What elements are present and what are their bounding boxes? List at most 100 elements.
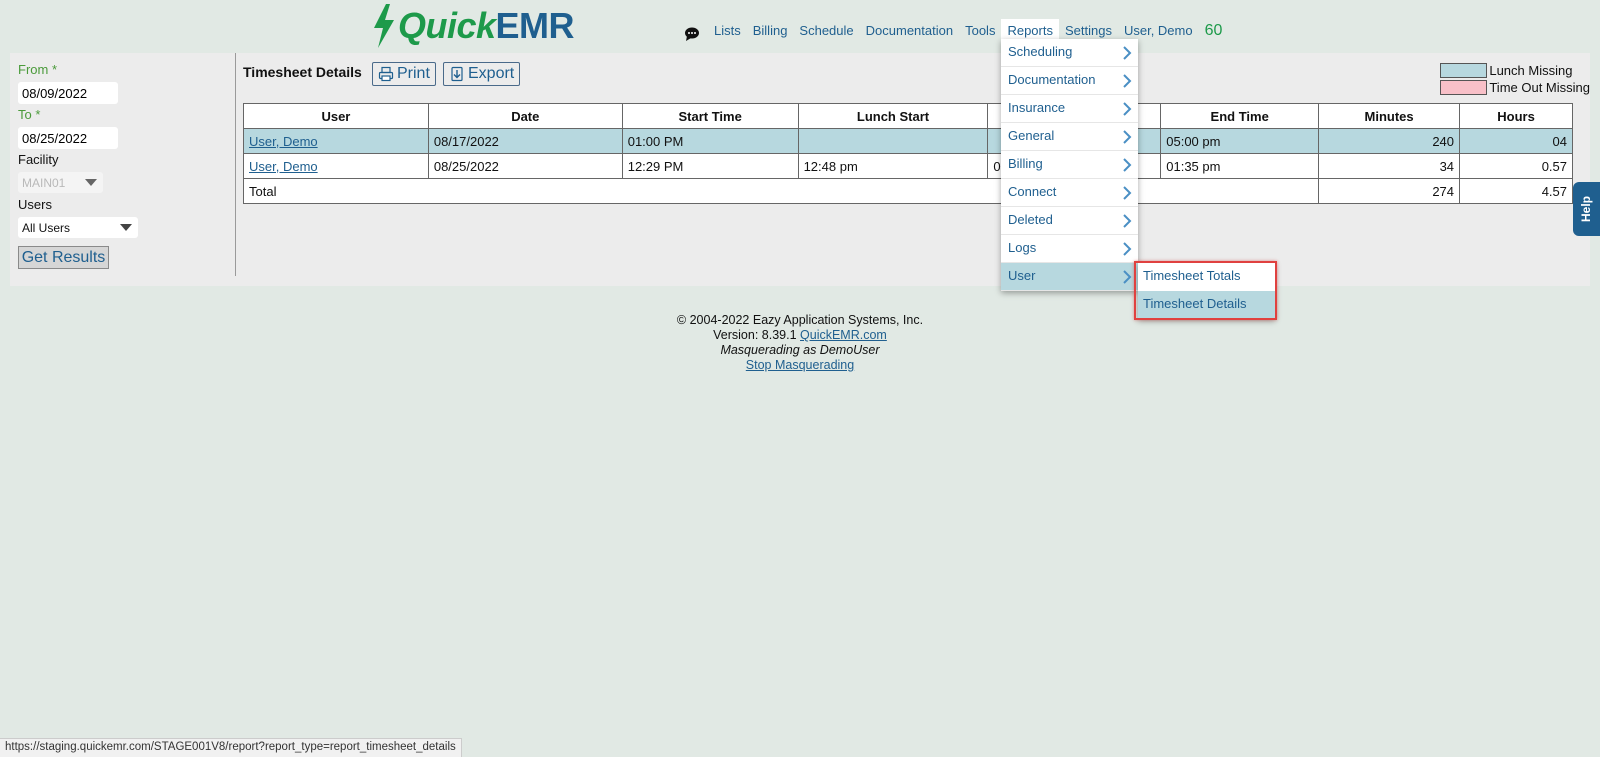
quickemr-logo[interactable]: Quick EMR: [370, 4, 575, 48]
legend-time-out-missing: Time Out Missing: [1440, 79, 1590, 96]
legend-swatch-lunch-missing: [1440, 63, 1488, 78]
table-cell: 08/17/2022: [427, 128, 623, 154]
table-header-row: User Date Start Time Lunch Start End Tim…: [243, 103, 1573, 129]
users-label: Users: [18, 197, 52, 212]
menu-item-billing[interactable]: Billing: [1001, 151, 1138, 179]
facility-label: Facility: [18, 152, 59, 167]
to-date-input[interactable]: [18, 127, 118, 149]
table-cell: 05:00 pm: [1160, 128, 1320, 154]
chevron-right-icon: [1123, 74, 1132, 88]
table-cell: 01:00 PM: [621, 128, 799, 154]
get-results-button[interactable]: Get Results: [18, 246, 109, 269]
legend: Lunch Missing Time Out Missing: [1440, 62, 1590, 96]
user-reports-submenu: Timesheet Totals Timesheet Details: [1138, 263, 1275, 319]
copyright-text: © 2004-2022 Eazy Application Systems, In…: [676, 313, 924, 327]
menu-item-label: Documentation: [1008, 72, 1096, 87]
table-cell: 12:29 PM: [621, 153, 799, 179]
menu-item-general[interactable]: General: [1001, 123, 1138, 151]
total-label: Total: [242, 178, 1320, 204]
chevron-right-icon: [1123, 102, 1132, 116]
lightning-bolt-icon: [374, 4, 394, 48]
from-date-label: From *: [18, 62, 57, 77]
menu-item-logs[interactable]: Logs: [1001, 235, 1138, 263]
table-cell: 240: [1318, 128, 1461, 154]
user-link[interactable]: User, Demo: [249, 159, 318, 174]
column-header[interactable]: Minutes: [1318, 103, 1461, 129]
users-select[interactable]: All Users: [18, 217, 138, 238]
menu-item-label: Insurance: [1008, 100, 1066, 115]
menu-item-label: Logs: [1008, 240, 1037, 255]
chevron-right-icon: [1123, 186, 1132, 200]
table-cell: 08/25/2022: [427, 153, 623, 179]
table-row: User, Demo 08/25/2022 12:29 PM 12:48 pm …: [243, 153, 1573, 179]
table-total-row: Total 274 4.57: [242, 178, 1573, 204]
menu-item-scheduling[interactable]: Scheduling: [1001, 39, 1138, 67]
nav-lists[interactable]: Lists: [708, 19, 747, 43]
version-line: Version: 8.39.1 QuickEMR.com: [0, 328, 1600, 343]
table-cell: User, Demo: [243, 128, 429, 154]
column-header[interactable]: Lunch Start: [797, 103, 989, 129]
table-cell: [797, 128, 989, 154]
help-tab[interactable]: Help: [1573, 182, 1600, 236]
column-header[interactable]: Hours: [1459, 103, 1573, 129]
table-cell: 34: [1318, 153, 1461, 179]
column-header[interactable]: User: [243, 103, 429, 129]
chevron-right-icon: [1123, 130, 1132, 144]
submenu-item-timesheet-details[interactable]: Timesheet Details: [1138, 291, 1275, 319]
menu-item-connect[interactable]: Connect: [1001, 179, 1138, 207]
facility-select-value: MAIN01: [22, 175, 66, 190]
chevron-right-icon: [1123, 46, 1132, 60]
column-header[interactable]: Date: [427, 103, 623, 129]
legend-label: Lunch Missing: [1489, 63, 1573, 78]
users-select-value: All Users: [22, 220, 71, 235]
nav-schedule[interactable]: Schedule: [793, 19, 859, 43]
legend-lunch-missing: Lunch Missing: [1440, 62, 1590, 79]
chevron-right-icon: [1123, 158, 1132, 172]
nav-documentation[interactable]: Documentation: [860, 19, 959, 43]
table-cell: 04: [1459, 128, 1573, 154]
export-button[interactable]: Export: [443, 62, 521, 86]
menu-item-label: Scheduling: [1008, 44, 1073, 59]
table-cell: 0.57: [1459, 153, 1573, 179]
from-date-input[interactable]: [18, 82, 118, 104]
menu-item-deleted[interactable]: Deleted: [1001, 207, 1138, 235]
chevron-right-icon: [1123, 270, 1132, 284]
facility-select: MAIN01: [18, 172, 103, 193]
nav-billing[interactable]: Billing: [747, 19, 794, 43]
legend-swatch-time-out-missing: [1440, 80, 1488, 95]
menu-item-label: User: [1008, 268, 1036, 283]
export-label: Export: [468, 65, 515, 82]
session-timer-count: 60: [1204, 22, 1223, 39]
main-nav: Lists Billing Schedule Documentation Too…: [684, 19, 1228, 43]
column-header[interactable]: Start Time: [621, 103, 799, 129]
menu-item-insurance[interactable]: Insurance: [1001, 95, 1138, 123]
chevron-right-icon: [1123, 214, 1132, 228]
filter-sidebar: From * To * Facility MAIN01 Users All Us…: [10, 53, 236, 276]
menu-item-user[interactable]: User: [1001, 263, 1138, 291]
header: Quick EMR Lists Billing Schedule Document…: [0, 0, 1600, 52]
nav-tools[interactable]: Tools: [959, 19, 1001, 43]
reports-dropdown-menu: Scheduling Documentation Insurance Gener…: [1001, 39, 1138, 291]
logo-quick-text: Quick: [398, 5, 496, 46]
print-button[interactable]: Print: [372, 62, 436, 86]
footer: © 2004-2022 Eazy Application Systems, In…: [0, 313, 1600, 373]
printer-icon: [378, 66, 394, 82]
menu-item-label: Billing: [1008, 156, 1043, 171]
column-header[interactable]: End Time: [1160, 103, 1320, 129]
quickemr-link[interactable]: QuickEMR.com: [800, 328, 887, 342]
chevron-right-icon: [1123, 242, 1132, 256]
print-label: Print: [397, 65, 430, 82]
logo-emr-text: EMR: [495, 5, 575, 46]
stop-masquerading-link[interactable]: Stop Masquerading: [746, 358, 854, 372]
user-link[interactable]: User, Demo: [249, 134, 318, 149]
chat-bubble-icon[interactable]: [684, 26, 700, 42]
to-date-label: To *: [18, 107, 41, 122]
table-cell: 12:48 pm: [797, 153, 989, 179]
submenu-item-timesheet-totals[interactable]: Timesheet Totals: [1138, 263, 1275, 291]
menu-item-label: General: [1008, 128, 1055, 143]
legend-label: Time Out Missing: [1489, 80, 1590, 95]
total-hours: 4.57: [1459, 178, 1573, 204]
timesheet-table: User Date Start Time Lunch Start End Tim…: [242, 103, 1573, 204]
chevron-down-icon: [85, 179, 97, 186]
menu-item-documentation[interactable]: Documentation: [1001, 67, 1138, 95]
